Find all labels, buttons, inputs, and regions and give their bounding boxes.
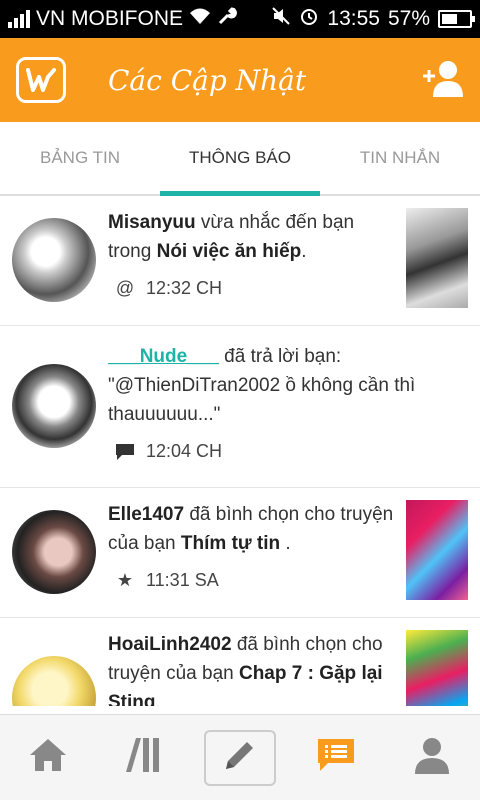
- battery-percent: 57%: [387, 7, 430, 30]
- notification-text: ___Nude___ đã trả lời bạn: "@ThienDiTran…: [108, 346, 416, 425]
- nav-home-button[interactable]: [0, 715, 96, 800]
- timestamp: 12:32 CH: [146, 278, 223, 298]
- avatar[interactable]: [12, 656, 96, 706]
- list-item[interactable]: Misanyuu vừa nhắc đến bạn trong Nói việc…: [0, 196, 480, 326]
- avatar[interactable]: [12, 218, 96, 302]
- notification-text: Elle1407 đã bình chọn cho truyện của bạn…: [108, 504, 394, 554]
- list-item[interactable]: ___Nude___ đã trả lời bạn: "@ThienDiTran…: [0, 326, 480, 488]
- app-bar: Các Cập Nhật: [0, 38, 480, 122]
- nav-updates-button[interactable]: [288, 715, 384, 800]
- tab-bar: BẢNG TIN THÔNG BÁO TIN NHẮN: [0, 122, 480, 196]
- notification-text: HoaiLinh2402 đã bình chọn cho truyện của…: [108, 630, 394, 706]
- add-user-button[interactable]: [420, 58, 464, 102]
- alarm-icon: [299, 6, 319, 32]
- timestamp: 12:04 CH: [146, 441, 223, 461]
- updates-icon: [316, 737, 356, 778]
- nav-write-button[interactable]: [192, 715, 288, 800]
- star-icon: ★: [116, 570, 134, 590]
- add-user-icon: [421, 59, 463, 102]
- tab-notifications[interactable]: THÔNG BÁO: [160, 122, 320, 196]
- username[interactable]: Elle1407: [108, 504, 184, 525]
- story-cover[interactable]: [406, 500, 468, 600]
- page-title: Các Cập Nhật: [108, 63, 307, 97]
- notification-meta: 12:04 CH: [114, 441, 460, 462]
- tab-messages[interactable]: TIN NHẮN: [320, 122, 480, 194]
- pencil-icon: [222, 737, 258, 778]
- timestamp: 11:31 SA: [146, 570, 219, 590]
- status-bar: VN MOBIFONE 13:55 57%: [0, 0, 480, 38]
- tab-news-feed[interactable]: BẢNG TIN: [0, 122, 160, 194]
- list-item[interactable]: Elle1407 đã bình chọn cho truyện của bạn…: [0, 488, 480, 618]
- wattpad-logo-icon[interactable]: [16, 57, 66, 103]
- avatar[interactable]: [12, 364, 96, 448]
- home-icon: [28, 737, 68, 778]
- notification-text: Misanyuu vừa nhắc đến bạn trong Nói việc…: [108, 212, 355, 262]
- story-cover[interactable]: [406, 630, 468, 706]
- wrench-icon: [217, 6, 237, 32]
- reply-quote: "@ThienDiTran2002 ồ không cần thì thauuu…: [108, 375, 416, 425]
- username[interactable]: HoaiLinh2402: [108, 634, 232, 655]
- bottom-nav: [0, 714, 480, 800]
- library-icon: [124, 736, 164, 779]
- story-cover[interactable]: [406, 208, 468, 308]
- username[interactable]: Misanyuu: [108, 212, 196, 233]
- username[interactable]: ___Nude___: [108, 346, 219, 367]
- story-title[interactable]: Thím tự tin: [181, 533, 280, 554]
- profile-icon: [412, 736, 452, 779]
- signal-icon: [8, 10, 30, 28]
- comment-icon: [114, 443, 136, 461]
- story-title[interactable]: Nói việc ăn hiếp: [157, 241, 302, 262]
- mute-icon: [271, 6, 291, 32]
- carrier-name: VN MOBIFONE: [36, 7, 184, 30]
- notification-meta: ★ 11:31 SA: [114, 570, 394, 591]
- list-item[interactable]: HoaiLinh2402 đã bình chọn cho truyện của…: [0, 618, 480, 706]
- avatar[interactable]: [12, 510, 96, 594]
- mention-icon: @: [115, 278, 135, 298]
- battery-icon: [438, 10, 475, 28]
- notification-meta: @ 12:32 CH: [114, 278, 394, 299]
- notification-list: Misanyuu vừa nhắc đến bạn trong Nói việc…: [0, 196, 480, 706]
- nav-profile-button[interactable]: [384, 715, 480, 800]
- wifi-icon: [189, 7, 211, 31]
- nav-library-button[interactable]: [96, 715, 192, 800]
- clock-time: 13:55: [327, 7, 380, 30]
